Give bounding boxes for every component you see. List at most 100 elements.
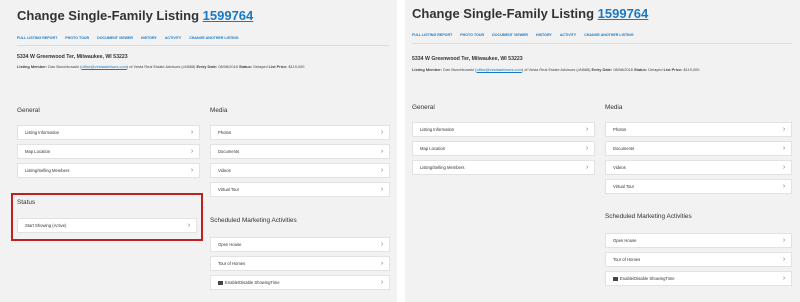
- nav-history[interactable]: HISTORY: [536, 33, 552, 37]
- item-label: Documents: [218, 149, 240, 154]
- media-item-photos[interactable]: Photos ›: [605, 122, 792, 137]
- chevron-right-icon: ›: [190, 148, 194, 155]
- listing-address: 5334 W Greenwood Ter, Milwaukee, WI 5322…: [17, 54, 128, 60]
- status-highlight-box: [11, 193, 203, 241]
- general-item-listing-information[interactable]: Listing Information ›: [412, 122, 595, 137]
- nav-document-viewer[interactable]: DOCUMENT VIEWER: [492, 33, 528, 37]
- chevron-right-icon: ›: [782, 256, 786, 263]
- item-label: Tour of Homes: [218, 261, 246, 266]
- nav-activity[interactable]: ACTIVITY: [560, 33, 576, 37]
- member-email-link[interactable]: office@vestaadvisors.com: [81, 64, 126, 69]
- listing-meta: Listing Member: Dan Bunchkowski (office@…: [17, 64, 385, 69]
- page-title: Change Single-Family Listing 1599764: [17, 8, 253, 23]
- listing-number-link[interactable]: 1599764: [598, 6, 649, 21]
- media-item-documents[interactable]: Documents ›: [605, 141, 792, 156]
- item-label: Enable/Disable ShowingTime: [218, 280, 375, 285]
- chevron-right-icon: ›: [190, 129, 194, 136]
- chevron-right-icon: ›: [380, 129, 384, 136]
- chevron-right-icon: ›: [380, 167, 384, 174]
- media-item-photos[interactable]: Photos ›: [210, 125, 390, 140]
- listing-number-link[interactable]: 1599764: [203, 8, 254, 23]
- media-item-videos[interactable]: Videos ›: [605, 160, 792, 175]
- chevron-right-icon: ›: [782, 183, 786, 190]
- entry-date-value: 08/08/2018: [613, 67, 633, 72]
- member-name: Dan Bunchkowski (: [48, 64, 82, 69]
- calendar-icon: [613, 276, 618, 281]
- general-heading: General: [17, 107, 40, 114]
- nav-history[interactable]: HISTORY: [141, 36, 157, 40]
- item-label: Enable/Disable ShowingTime: [613, 276, 777, 281]
- item-label: Listing/Selling Members: [25, 168, 70, 173]
- item-label: Videos: [613, 165, 626, 170]
- entry-date-value: 08/08/2018: [218, 64, 238, 69]
- item-label: Listing Information: [25, 130, 60, 135]
- scheduled-item-tour-of-homes[interactable]: Tour of Homes ›: [210, 256, 390, 271]
- general-item-map-location[interactable]: Map Location ›: [412, 141, 595, 156]
- member-suffix: ) of Vesta Real Estate Advisors (oN588): [126, 64, 196, 69]
- listing-panel-before: Change Single-Family Listing 1599764 FUL…: [0, 0, 397, 302]
- item-label: Virtual Tour: [218, 187, 240, 192]
- scheduled-item-open-house[interactable]: Open House ›: [605, 233, 792, 248]
- member-email-link[interactable]: office@vestaadvisors.com: [476, 67, 521, 72]
- chevron-right-icon: ›: [585, 164, 589, 171]
- status-heading: Status: [17, 199, 36, 206]
- nav-change-another-listing[interactable]: CHANGE ANOTHER LISTING: [584, 33, 633, 37]
- scheduled-item-open-house[interactable]: Open House ›: [210, 237, 390, 252]
- nav-activity[interactable]: ACTIVITY: [165, 36, 181, 40]
- list-price-label: List Price:: [663, 67, 683, 72]
- item-label: Map Location: [25, 149, 51, 154]
- chevron-right-icon: ›: [782, 126, 786, 133]
- entry-date-label: Entry Date:: [196, 64, 218, 69]
- chevron-right-icon: ›: [585, 126, 589, 133]
- status-label: Status:: [238, 64, 253, 69]
- item-label: Videos: [218, 168, 231, 173]
- item-label: Listing Information: [420, 127, 455, 132]
- media-heading: Media: [605, 104, 623, 111]
- item-label: Listing/Selling Members: [420, 165, 465, 170]
- media-item-videos[interactable]: Videos ›: [210, 163, 390, 178]
- item-label: Open House: [218, 242, 242, 247]
- general-item-listing-selling-members[interactable]: Listing/Selling Members ›: [412, 160, 595, 175]
- list-price-value: $119,000: [288, 64, 305, 69]
- nav-photo-tour[interactable]: PHOTO TOUR: [460, 33, 484, 37]
- scheduled-item-tour-of-homes[interactable]: Tour of Homes ›: [605, 252, 792, 267]
- chevron-right-icon: ›: [380, 148, 384, 155]
- page-title-text: Change Single-Family Listing: [17, 8, 200, 23]
- nav-full-listing-report[interactable]: FULL LISTING REPORT: [17, 36, 57, 40]
- item-label: Map Location: [420, 146, 446, 151]
- item-label: Virtual Tour: [613, 184, 635, 189]
- chevron-right-icon: ›: [782, 145, 786, 152]
- chevron-right-icon: ›: [782, 164, 786, 171]
- general-item-listing-selling-members[interactable]: Listing/Selling Members ›: [17, 163, 200, 178]
- status-item-start-showing[interactable]: Start Showing (Active) ›: [17, 218, 197, 233]
- media-item-virtual-tour[interactable]: Virtual Tour ›: [605, 179, 792, 194]
- scheduled-item-showingtime[interactable]: Enable/Disable ShowingTime ›: [605, 271, 792, 286]
- media-item-virtual-tour[interactable]: Virtual Tour ›: [210, 182, 390, 197]
- general-item-map-location[interactable]: Map Location ›: [17, 144, 200, 159]
- list-price-value: $119,000: [683, 67, 700, 72]
- chevron-right-icon: ›: [380, 241, 384, 248]
- status-label: Status:: [633, 67, 648, 72]
- nav-full-listing-report[interactable]: FULL LISTING REPORT: [412, 33, 452, 37]
- scheduled-item-showingtime[interactable]: Enable/Disable ShowingTime ›: [210, 275, 390, 290]
- member-name: Dan Bunchkowski (: [443, 67, 477, 72]
- chevron-right-icon: ›: [585, 145, 589, 152]
- nav-change-another-listing[interactable]: CHANGE ANOTHER LISTING: [189, 36, 238, 40]
- member-suffix: ) of Vesta Real Estate Advisors (oN588): [521, 67, 591, 72]
- media-heading: Media: [210, 107, 228, 114]
- listing-nav: FULL LISTING REPORT PHOTO TOUR DOCUMENT …: [412, 33, 634, 37]
- general-item-listing-information[interactable]: Listing Information ›: [17, 125, 200, 140]
- calendar-icon: [218, 280, 223, 285]
- item-label: Tour of Homes: [613, 257, 641, 262]
- item-label-text: Enable/Disable ShowingTime: [225, 280, 280, 285]
- nav-document-viewer[interactable]: DOCUMENT VIEWER: [97, 36, 133, 40]
- scheduled-heading: Scheduled Marketing Activities: [210, 217, 297, 224]
- media-item-documents[interactable]: Documents ›: [210, 144, 390, 159]
- divider: [412, 43, 792, 44]
- nav-photo-tour[interactable]: PHOTO TOUR: [65, 36, 89, 40]
- chevron-right-icon: ›: [187, 222, 191, 229]
- chevron-right-icon: ›: [380, 279, 384, 286]
- status-value: Delayed: [648, 67, 663, 72]
- item-label: Start Showing (Active): [25, 223, 67, 228]
- status-value: Delayed: [253, 64, 268, 69]
